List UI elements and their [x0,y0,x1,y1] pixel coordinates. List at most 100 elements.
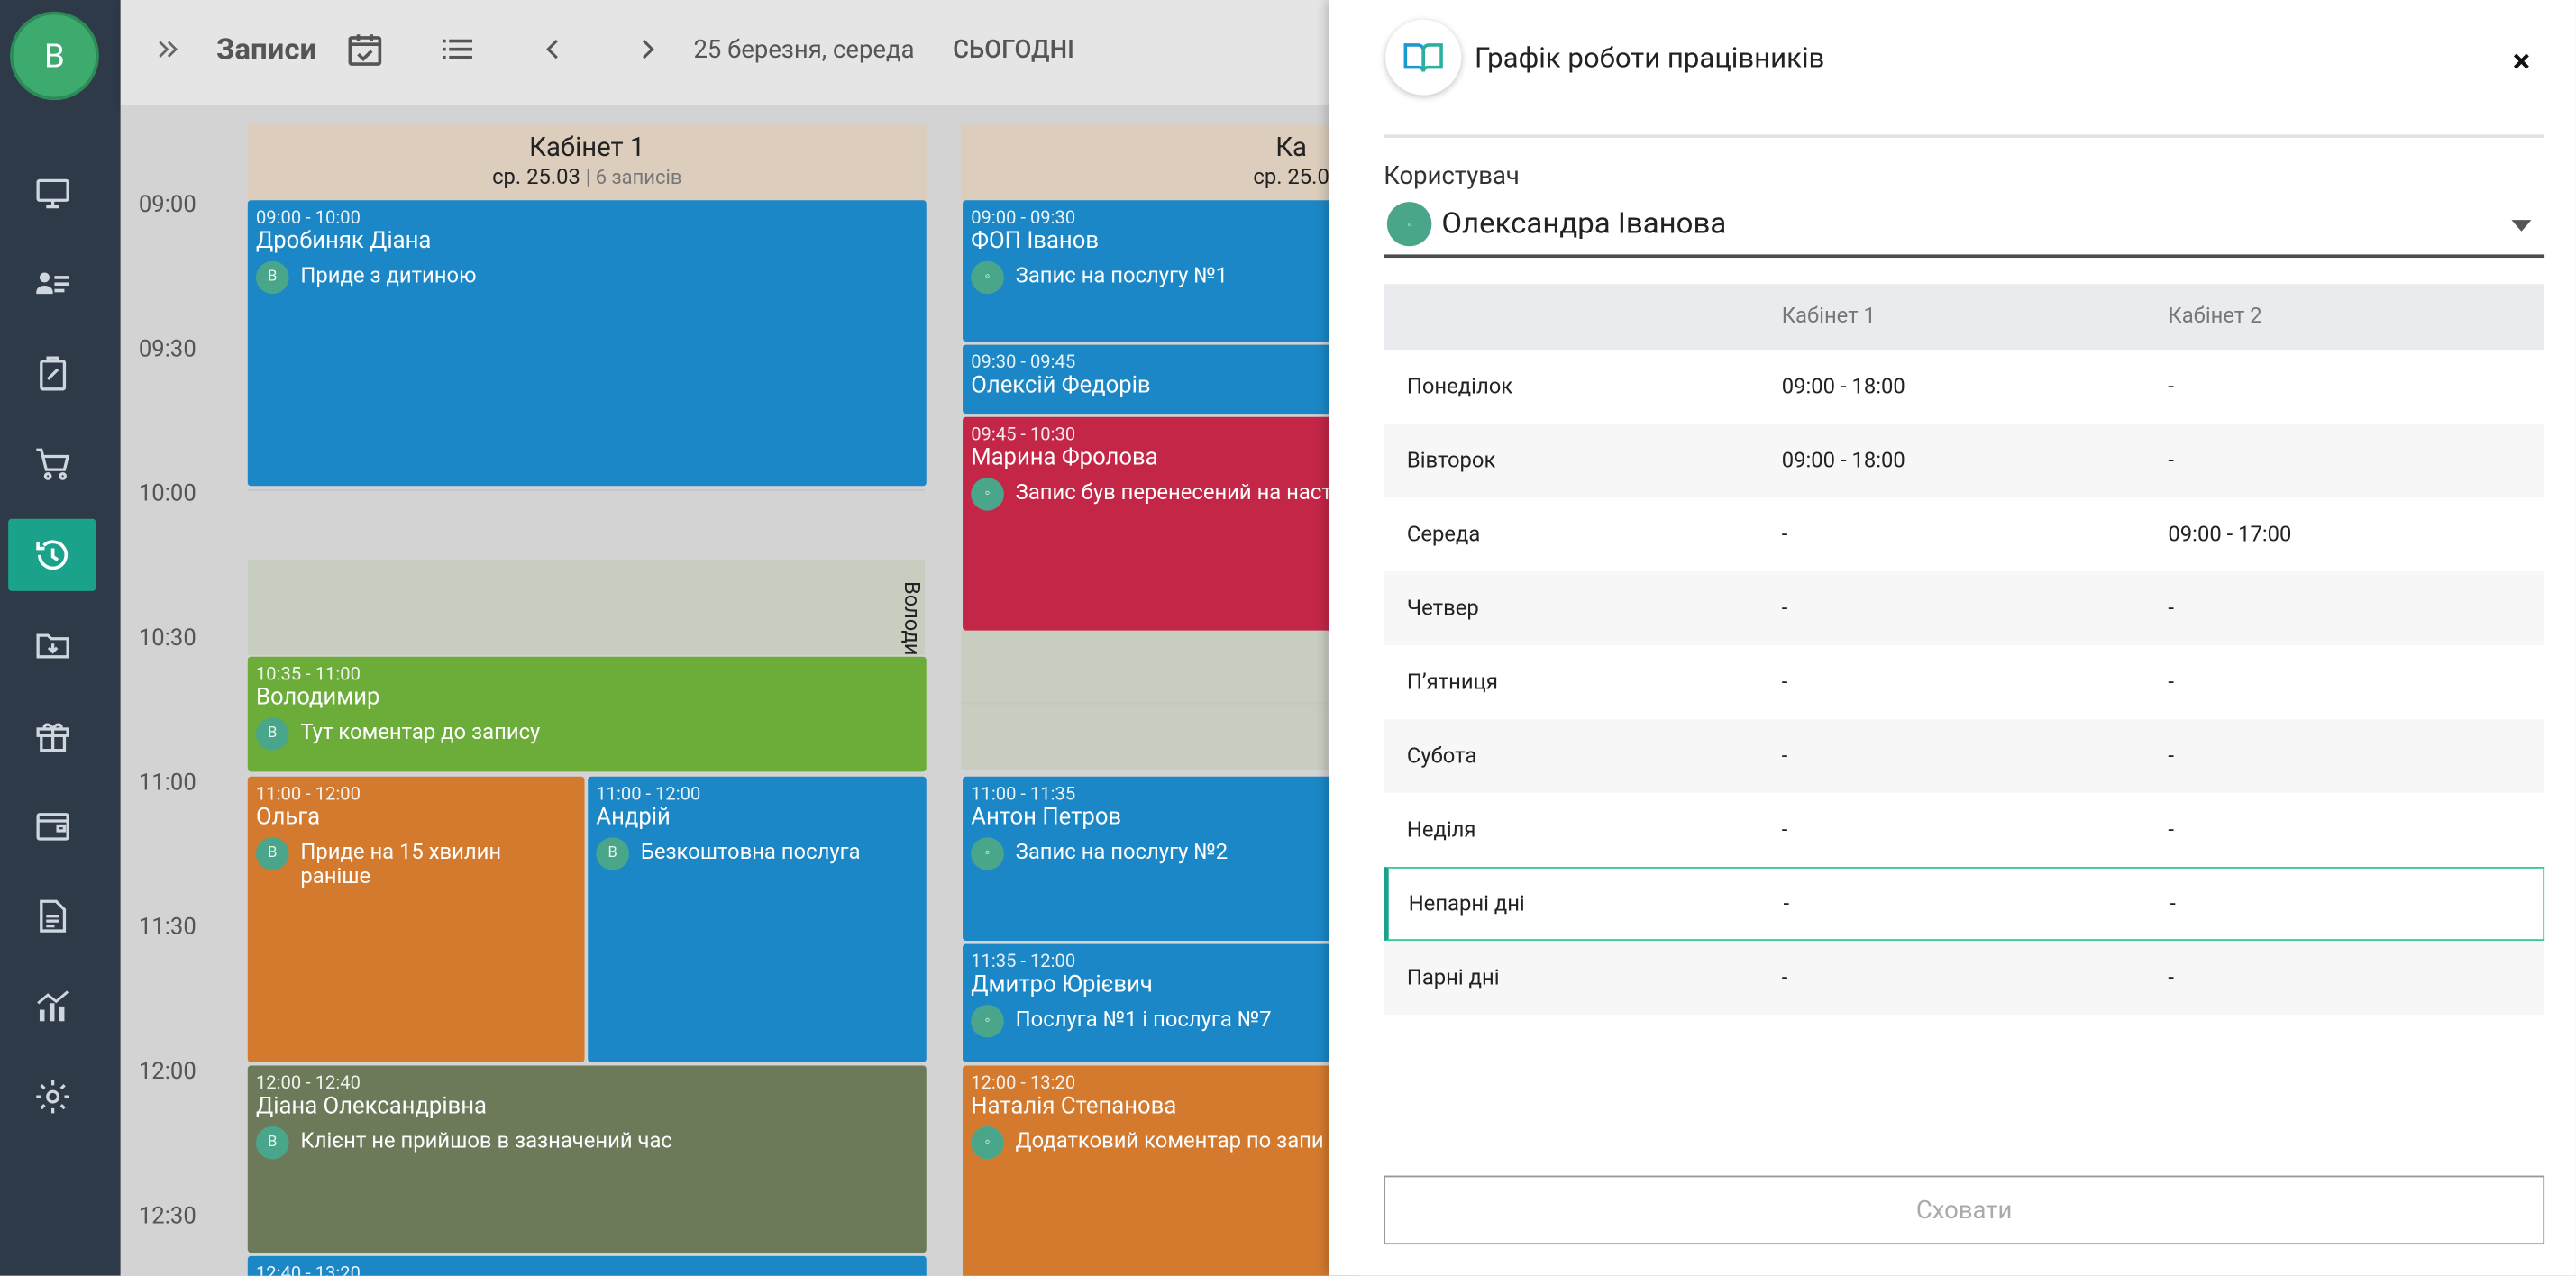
table-row-selected[interactable]: Непарні дні - - [1384,867,2545,942]
cabinet-2-hours: - [2170,891,2176,916]
sidebar-item-wallet[interactable] [8,789,96,861]
appointment-client: Антон Петров [971,804,1122,831]
table-row[interactable]: Парні дні - - [1384,941,2545,1015]
appointment-client: Наталія Степанова [971,1093,1177,1120]
next-day-button[interactable] [633,0,662,98]
sidebar-item-shop[interactable] [8,429,96,501]
calendar-button[interactable] [345,0,385,98]
appointment-client: Дробиняк Діана [255,228,432,255]
book-open-icon [1403,43,1443,72]
appointment-client: Дмитро Юрієвич [971,971,1153,998]
appointment-time: 09:00 - 09:30 [971,206,1076,229]
comment-text: Безкоштовна послуга [640,840,861,866]
sidebar-item-monitor[interactable] [8,158,96,230]
day-name: Четвер [1406,596,1479,621]
cabinet-1-hours: - [1781,596,1788,621]
prev-day-button[interactable] [538,0,568,98]
appointment-card[interactable]: 12:40 - 13:20 [247,1255,927,1276]
current-date[interactable]: 25 березня, середа [693,0,914,98]
clipboard-icon [39,356,66,391]
expand-sidebar-button[interactable] [153,0,183,98]
cabinet-2-hours: - [2168,817,2174,843]
comment-text: Послуга №1 і послуга №7 [1015,1007,1272,1034]
time-label: 11:30 [138,914,196,942]
sidebar-item-appointments[interactable] [8,518,96,591]
gift-icon [35,723,69,752]
appointment-card[interactable]: 11:00 - 12:00 Ольга В Приде на 15 хвилин … [247,776,585,1062]
user-avatar[interactable]: B [9,11,99,101]
user-select[interactable]: ◦ Олександра Іванова [1384,197,2545,259]
free-slot[interactable] [961,630,1328,770]
appointment-comment: В Тут коментар до запису [255,717,918,751]
schedule-table: Кабінет 1 Кабінет 2 Понеділок 09:00 - 18… [1384,284,2545,1015]
table-row[interactable]: Вівторок 09:00 - 18:00 - [1384,424,2545,498]
close-button[interactable]: × [2505,44,2538,77]
sidebar-item-reports[interactable] [8,880,96,952]
staff-avatar: В [255,1126,289,1160]
appointment-time: 11:00 - 12:00 [255,783,361,805]
sidebar-item-analytics[interactable] [8,971,96,1043]
appointment-comment: ◦ Послуга №1 і послуга №7 [971,1005,1350,1038]
caret-down-icon [2511,220,2532,232]
free-slot[interactable] [247,560,925,655]
sidebar: B [0,0,121,1276]
divider [1384,134,2545,139]
sidebar-item-inbox[interactable] [8,609,96,681]
table-row[interactable]: Пʼятниця - - [1384,645,2544,719]
appointment-comment: В Приде з дитиною [255,260,918,295]
appointment-time: 09:30 - 09:45 [971,351,1076,373]
appointment-client: Ольга [255,804,321,831]
cabinet-1-hours: - [1781,743,1788,769]
appointment-time: 12:00 - 13:20 [971,1071,1076,1094]
appointment-card[interactable]: 09:00 - 09:30 ФОП Іванов ◦ Запис на послу… [963,200,1359,342]
staff-avatar: В [255,260,289,295]
table-row[interactable]: Четвер - - [1384,571,2545,646]
cabinet-2-hours: - [2168,743,2174,769]
gear-icon [35,1080,69,1114]
table-row[interactable]: Неділя - - [1384,793,2544,867]
today-button[interactable]: СЬОГОДНІ [953,0,1074,98]
panel-icon-wrap [1385,19,1462,96]
cabinet-1-hours: - [1783,891,1790,916]
comment-text: Приде на 15 хвилин раніше [300,840,502,890]
appointment-client: ФОП Іванов [971,228,1099,255]
column-header: Кабінет 1 [1781,304,1876,330]
appointment-time: 11:35 - 12:00 [971,950,1076,972]
calendar-check-icon [348,34,382,66]
sidebar-item-settings[interactable] [8,1061,96,1133]
table-row[interactable]: Понеділок 09:00 - 18:00 - [1384,350,2544,424]
day-name: Неділя [1406,817,1476,843]
clock-history-icon [35,540,68,570]
staff-avatar: ◦ [971,1126,1004,1160]
record-count: | 6 записів [585,166,682,189]
appointment-client: Андрій [596,804,671,831]
appointment-card[interactable]: 11:00 - 11:35 Антон Петров ◦ Запис на пос… [963,776,1359,942]
list-view-button[interactable] [437,0,477,98]
appointment-card[interactable]: 12:00 - 13:20 Наталія Степанова ◦ Додатко… [963,1065,1359,1276]
day-name: Пʼятниця [1406,670,1498,695]
user-avatar-small: ◦ [1386,202,1432,247]
appointment-card[interactable]: 09:30 - 09:45 Олексій Федорів [963,344,1359,415]
sidebar-item-clients[interactable] [8,248,96,320]
chart-icon [36,990,69,1022]
calendar-grid: 09:00 09:30 10:00 10:30 11:00 11:30 12:0… [120,105,1457,1276]
appointment-card[interactable]: 09:45 - 10:30 Марина Фролова ◦ Запис був … [963,416,1359,631]
sidebar-item-tasks[interactable] [8,338,96,410]
sidebar-item-gifts[interactable] [8,699,96,771]
table-row[interactable]: Середа - 09:00 - 17:00 [1384,497,2544,571]
day-name: Вівторок [1406,448,1496,473]
appointment-card[interactable]: 12:00 - 12:40 Діана Олександрівна В Клієн… [247,1065,927,1253]
appointment-card[interactable]: 10:35 - 11:00 Володимир В Тут коментар до… [247,656,927,772]
panel-title: Графік роботи працівників [1474,42,1825,76]
appointment-card[interactable]: 11:00 - 12:00 Андрій В Безкоштовна послуг… [588,776,927,1062]
appointment-time: 12:00 - 12:40 [255,1071,361,1094]
appointment-card[interactable]: 11:35 - 12:00 Дмитро Юрієвич ◦ Послуга №1… [963,943,1359,1062]
table-row[interactable]: Субота - - [1384,719,2545,794]
cabinet-1-hours: 09:00 - 18:00 [1781,448,1905,473]
appointment-comment: ◦ Запис був перенесений на наст [971,478,1350,511]
cabinet-2-hours: - [2168,596,2174,621]
appointment-card[interactable]: 09:00 - 10:00 Дробиняк Діана В Приде з ди… [247,200,927,487]
grid-line [961,702,1328,705]
appointment-comment: В Клієнт не прийшов в зазначений час [255,1126,918,1160]
hide-button[interactable]: Сховати [1384,1175,2545,1245]
